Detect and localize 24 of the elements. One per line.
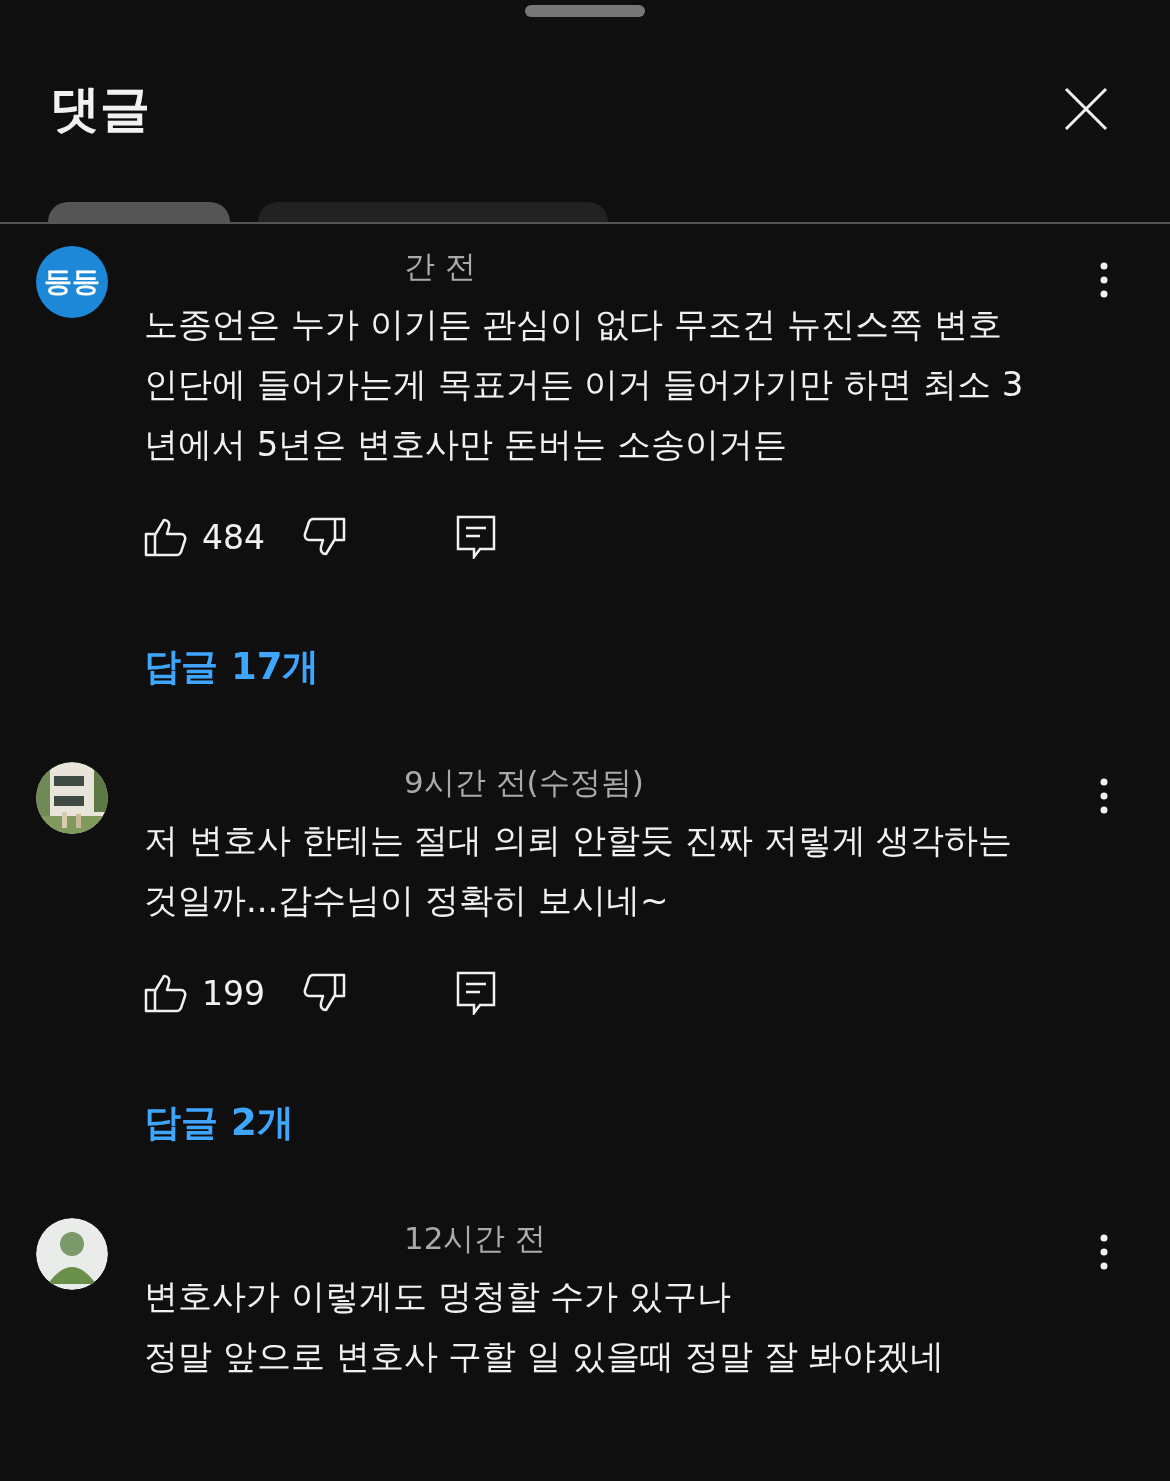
thumbs-down-icon[interactable] — [302, 517, 346, 557]
thumbs-up-icon[interactable] — [144, 517, 188, 557]
thumbs-down-icon[interactable] — [302, 973, 346, 1013]
reply-icon[interactable] — [456, 971, 496, 1015]
panel-title: 댓글 — [50, 78, 150, 140]
close-icon[interactable] — [1064, 87, 1108, 131]
replies-link[interactable]: 답글 17개 — [144, 642, 320, 692]
comment-text: 저 변호사 한테는 절대 의뢰 안할듯 진짜 저렇게 생각하는 것일까...갑수님이 정확히 보시네~ — [144, 819, 1014, 922]
like-count: 199 — [202, 973, 266, 1013]
comment-time: 간 전 — [403, 247, 476, 286]
more-options-icon[interactable] — [1100, 1234, 1108, 1270]
more-options-icon[interactable] — [1100, 262, 1108, 298]
reply-icon[interactable] — [456, 515, 496, 559]
more-options-icon[interactable] — [1100, 778, 1108, 814]
comment-text: 변호사가 이렇게도 멍청할 수가 있구나 정말 앞으로 변호사 구할 일 있을때 정말 잘 봐야겠네 — [144, 1275, 946, 1378]
comment-text: 노종언은 누가 이기든 관심이 없다 무조건 뉴진스쪽 변호 인단에 들어가는게 목표거든 이거 들어가기만 하면 최소 3 년에서 5년은 변호사만 돈버는 소송이거든 — [144, 303, 1025, 466]
like-count: 484 — [202, 517, 266, 557]
avatar[interactable] — [36, 1218, 108, 1290]
replies-link[interactable]: 답글 2개 — [144, 1098, 294, 1148]
avatar[interactable]: 등등 — [36, 246, 108, 318]
comment-time: 9시간 전(수정됨) — [403, 763, 644, 802]
comment-time: 12시간 전 — [403, 1219, 547, 1258]
drag-handle[interactable] — [525, 5, 645, 17]
thumbs-up-icon[interactable] — [144, 973, 188, 1013]
